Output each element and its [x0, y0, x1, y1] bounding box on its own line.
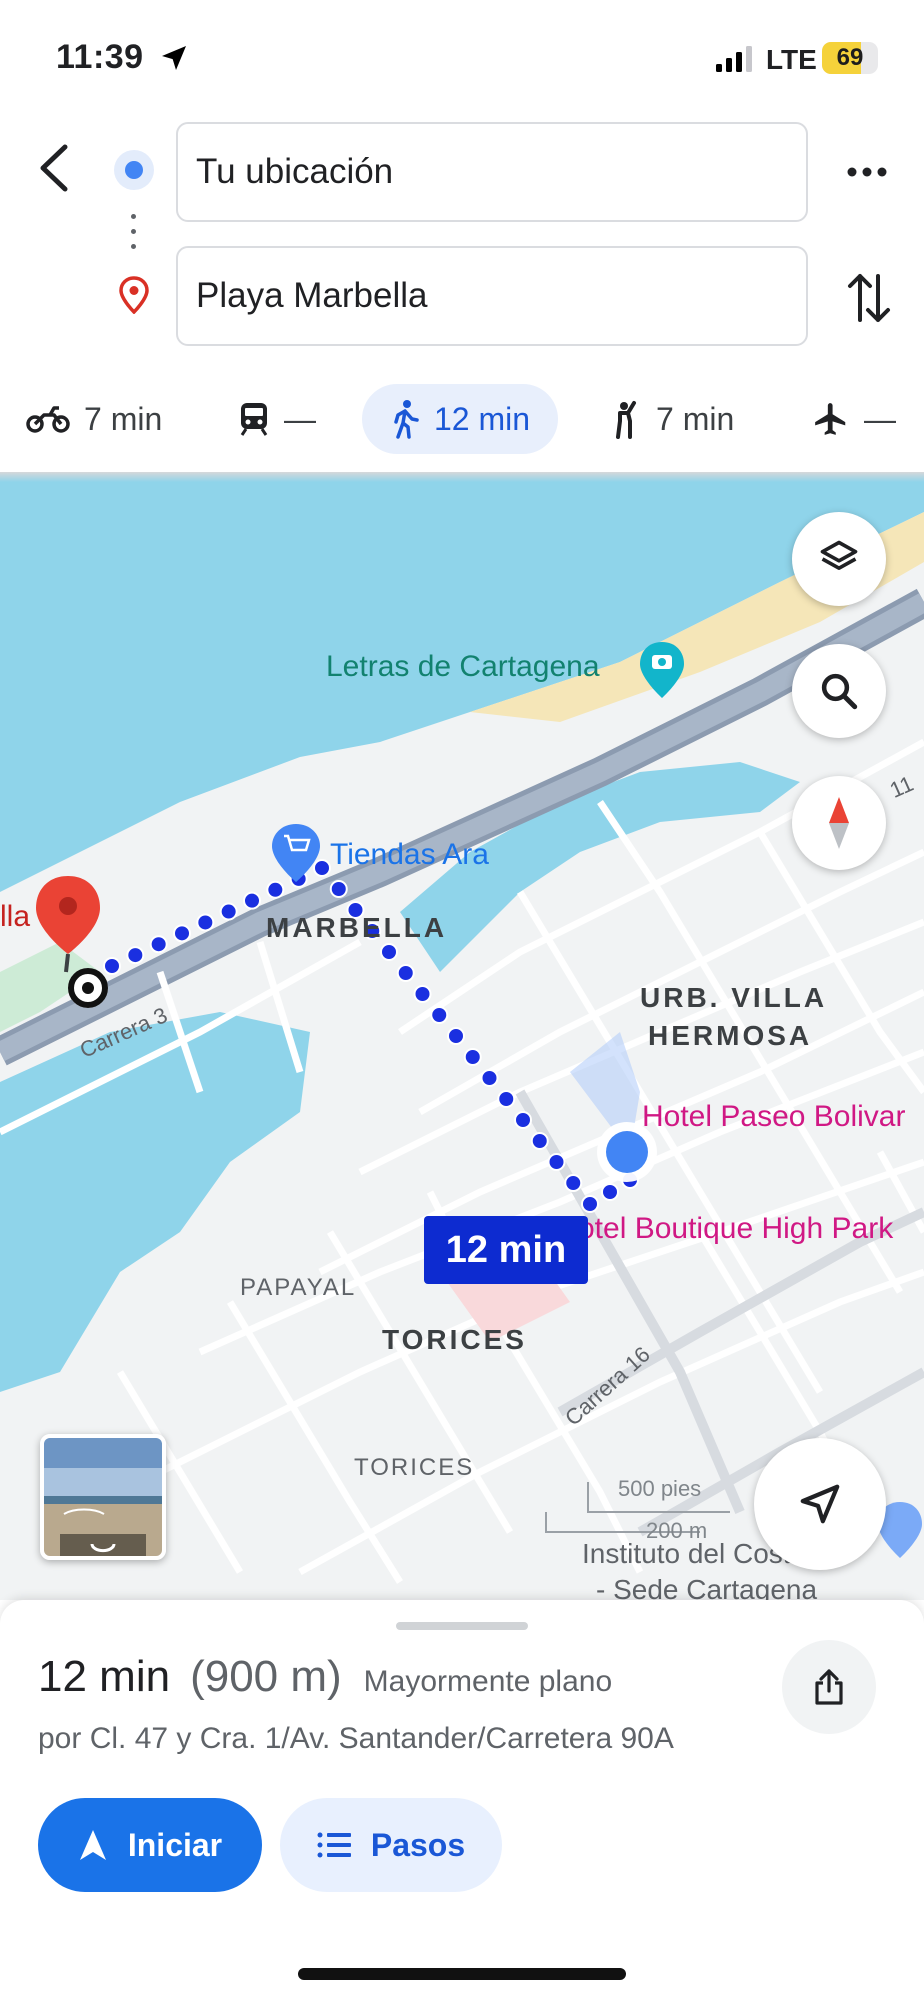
route-dot	[530, 1132, 549, 1150]
share-button[interactable]	[782, 1640, 876, 1734]
layers-icon	[820, 540, 858, 570]
mode-motorcycle[interactable]: 7 min	[26, 384, 162, 454]
scale-feet: 500 pies	[618, 1476, 702, 1501]
status-time: 11:39	[56, 38, 144, 76]
route-dot	[497, 1090, 516, 1108]
area-marbella: MARBELLA	[266, 912, 448, 943]
route-dot	[103, 957, 121, 975]
origin-field[interactable]: Tu ubicación	[176, 122, 808, 222]
route-dot	[329, 880, 348, 898]
mode-label: 7 min	[656, 400, 735, 437]
route-dot	[196, 913, 215, 932]
route-dot	[219, 902, 238, 921]
swap-vertical-icon[interactable]	[846, 270, 892, 326]
area-hermosa: HERMOSA	[648, 1020, 813, 1051]
poi-hotel-boutique[interactable]: otel Boutique High Park	[578, 1212, 893, 1246]
compass-button[interactable]	[792, 776, 886, 870]
mode-walk[interactable]: 12 min	[362, 384, 559, 454]
transit-icon	[240, 403, 268, 436]
start-label: Iniciar	[127, 1826, 223, 1863]
sheet-drag-handle[interactable]	[396, 1622, 528, 1630]
navigation-arrow-icon	[800, 1484, 840, 1524]
mode-label: —	[284, 400, 316, 437]
route-dot	[173, 924, 191, 943]
motorcycle-icon	[26, 406, 70, 433]
route-dot	[480, 1069, 499, 1087]
route-dot	[447, 1027, 465, 1045]
route-dot	[380, 943, 398, 961]
mode-flight[interactable]: —	[812, 384, 896, 454]
route-time: 12 min	[38, 1652, 171, 1701]
search-icon	[821, 673, 858, 710]
search-map-button[interactable]	[792, 644, 886, 738]
battery-percent: 69	[836, 44, 864, 71]
compass-icon	[829, 797, 849, 849]
walk-icon	[394, 400, 419, 439]
mode-transit[interactable]: —	[238, 384, 316, 454]
route-connector-icon	[131, 214, 137, 254]
navigation-arrow-icon	[79, 1830, 106, 1860]
route-summary: 12 min (900 m) Mayormente plano	[38, 1652, 612, 1702]
share-icon	[815, 1669, 843, 1705]
mode-label: 12 min	[434, 400, 531, 437]
route-distance: (900 m)	[190, 1652, 342, 1701]
route-dot	[313, 859, 331, 877]
mode-label: 7 min	[84, 400, 163, 437]
route-dot	[149, 935, 168, 954]
more-options-button[interactable]	[840, 150, 894, 194]
location-arrow-icon	[162, 46, 186, 70]
steps-button[interactable]: Pasos	[280, 1798, 502, 1892]
route-via: por Cl. 47 y Cra. 1/Av. Santander/Carret…	[38, 1722, 674, 1755]
destination-label: lla	[0, 900, 31, 933]
area-torices: TORICES	[382, 1324, 527, 1355]
route-dot	[126, 946, 145, 965]
route-dot	[430, 1006, 449, 1024]
area-torices-small: TORICES	[354, 1454, 475, 1481]
mode-rideshare[interactable]: 7 min	[610, 384, 734, 454]
home-indicator	[298, 1968, 626, 1980]
battery-icon: 69	[822, 42, 878, 74]
route-time-badge[interactable]: 12 min	[424, 1216, 588, 1284]
route-dot	[266, 880, 285, 899]
recenter-button[interactable]	[754, 1438, 886, 1570]
travel-mode-bar: 7 min — 12 min 7 min —	[0, 384, 924, 456]
map-view[interactable]: Letras de Cartagena Tiendas Ara MARBELLA…	[0, 472, 924, 1600]
destination-pin-icon	[119, 276, 149, 314]
poi-hotel-paseo-bolivar[interactable]: Hotel Paseo Bolivar	[642, 1100, 905, 1134]
start-navigation-button[interactable]: Iniciar	[38, 1798, 262, 1892]
chevron-left-icon	[40, 144, 68, 192]
signal-icon	[716, 46, 752, 72]
origin-dot-icon	[114, 150, 154, 190]
area-urb-villa: URB. VILLA	[640, 982, 828, 1013]
status-bar: 11:39 LTE 69	[0, 0, 924, 100]
route-dot	[564, 1174, 583, 1192]
route-dot	[243, 891, 261, 910]
flight-icon	[815, 403, 846, 435]
more-horizontal-icon	[847, 167, 887, 177]
route-dot	[547, 1153, 566, 1171]
area-papayal: PAPAYAL	[240, 1274, 357, 1301]
poi-letras-cartagena[interactable]: Letras de Cartagena	[326, 650, 600, 684]
back-button[interactable]	[30, 140, 78, 196]
poi-instituto-sede: - Sede Cartagena	[596, 1574, 818, 1600]
route-dot	[581, 1195, 599, 1213]
route-dot	[514, 1111, 532, 1129]
list-icon	[317, 1832, 351, 1858]
route-dot	[601, 1183, 619, 1201]
route-dot	[413, 985, 432, 1003]
network-type: LTE	[766, 44, 817, 75]
route-dot	[463, 1048, 482, 1066]
route-dot	[396, 964, 415, 982]
route-terrain: Mayormente plano	[363, 1665, 613, 1698]
street-view-image	[44, 1438, 162, 1556]
destination-field[interactable]: Playa Marbella	[176, 246, 808, 346]
steps-label: Pasos	[370, 1826, 466, 1863]
poi-tiendas-ara[interactable]: Tiendas Ara	[330, 838, 489, 872]
route-bottom-sheet: 12 min (900 m) Mayormente plano por Cl. …	[0, 1600, 924, 2000]
rideshare-icon	[616, 401, 636, 439]
mode-label: —	[864, 400, 896, 437]
street-view-thumbnail[interactable]	[40, 1434, 166, 1560]
map-top-shadow	[0, 472, 924, 482]
layers-button[interactable]	[792, 512, 886, 606]
